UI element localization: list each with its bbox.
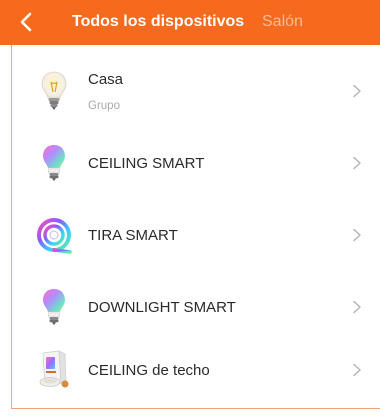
chevron-right-icon [353,363,361,377]
chevron-right-icon [353,84,361,98]
device-name: CEILING de techo [88,362,210,379]
chevron-right-icon [353,228,361,242]
product-box-icon [32,348,76,392]
device-row-ceiling-de-techo[interactable]: CEILING de techo [12,334,380,406]
device-row-downlight-smart[interactable]: DOWNLIGHT SMART [12,271,380,343]
device-name: DOWNLIGHT SMART [88,299,236,316]
chevron-right-icon [353,156,361,170]
chevron-right-icon [353,300,361,314]
tab-salon[interactable]: Salón [262,13,303,31]
device-name: Casa [88,71,124,88]
device-name: CEILING SMART [88,155,205,172]
tab-todos-los-dispositivos[interactable]: Todos los dispositivos [72,13,244,31]
chevron-left-icon [20,12,32,32]
back-button[interactable] [14,10,38,34]
device-list: Casa Grupo CEILING SMART TIRA SMART DOWN… [11,45,380,409]
top-bar: Todos los dispositivos Salón [0,0,380,45]
rgb-bulb-icon [32,141,76,185]
rgb-bulb-icon [32,285,76,329]
device-row-ceiling-smart[interactable]: CEILING SMART [12,127,380,199]
warm-bulb-icon [32,69,76,113]
device-name: TIRA SMART [88,227,178,244]
led-strip-icon [32,213,76,257]
device-row-tira-smart[interactable]: TIRA SMART [12,199,380,271]
device-row-casa[interactable]: Casa Grupo [12,55,380,127]
device-subtitle: Grupo [88,100,120,112]
